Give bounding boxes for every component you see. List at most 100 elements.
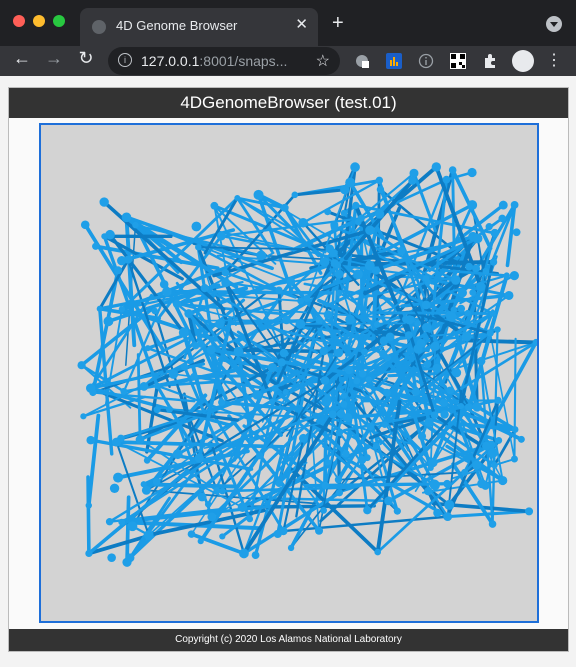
genome-bead xyxy=(335,429,344,437)
genome-bead xyxy=(422,275,430,282)
genome-bead xyxy=(86,435,96,445)
genome-bead xyxy=(109,483,120,493)
genome-bead xyxy=(298,433,308,443)
genome-bead xyxy=(373,321,381,328)
genome-bead xyxy=(143,530,154,540)
extensions-puzzle-icon[interactable] xyxy=(482,53,498,69)
copyright-footer: Copyright (c) 2020 Los Alamos National L… xyxy=(9,629,568,651)
genome-bead xyxy=(416,338,426,348)
genome-bead xyxy=(328,410,337,419)
genome-bead xyxy=(275,286,283,294)
genome-bead xyxy=(525,507,534,516)
genome-bead xyxy=(340,400,348,408)
genome-bead xyxy=(440,410,449,419)
genome-bead xyxy=(334,269,344,279)
genome-bead xyxy=(168,369,179,379)
qr-code-icon[interactable] xyxy=(450,53,466,69)
genome-bead xyxy=(86,383,96,393)
genome-bead xyxy=(320,376,330,385)
profile-avatar[interactable] xyxy=(512,50,534,72)
genome-bead xyxy=(439,398,449,407)
close-window-button[interactable] xyxy=(13,15,25,27)
genome-bead xyxy=(495,437,503,444)
app-title: 4DGenomeBrowser (test.01) xyxy=(9,88,568,118)
genome-bead xyxy=(280,203,289,212)
address-bar[interactable]: i 127.0.0.1:8001/snaps... ☆ xyxy=(108,47,340,75)
genome-bead xyxy=(461,468,469,476)
new-tab-button[interactable]: + xyxy=(332,12,344,35)
genome-bead xyxy=(191,221,202,232)
genome-bead xyxy=(118,306,126,313)
genome-bead xyxy=(206,345,216,355)
genome-bead xyxy=(424,487,433,496)
genome-bead xyxy=(365,225,375,236)
genome-bead xyxy=(489,258,498,266)
genome-bead xyxy=(409,168,419,178)
genome-bead xyxy=(517,435,525,443)
bookmark-star-icon[interactable]: ☆ xyxy=(316,51,330,71)
genome-bead xyxy=(330,222,339,231)
genome-bead xyxy=(253,189,264,200)
3d-genome-viewer[interactable] xyxy=(39,123,539,623)
genome-bead xyxy=(153,382,161,390)
genome-bead xyxy=(458,288,468,298)
genome-bead xyxy=(457,403,465,410)
genome-bead xyxy=(92,242,100,250)
reload-icon[interactable]: ↻ xyxy=(74,48,98,69)
genome-bead xyxy=(432,363,442,373)
genome-bead xyxy=(343,412,353,423)
chromatin-segment xyxy=(86,413,101,508)
genome-bead xyxy=(80,413,87,420)
tab-search-chevron-icon[interactable] xyxy=(546,16,562,32)
genome-bead xyxy=(279,526,288,536)
genome-bead xyxy=(375,209,385,219)
genome-bead xyxy=(143,457,151,464)
genome-bead xyxy=(335,489,344,497)
browser-menu-icon[interactable]: ⋮ xyxy=(546,50,562,70)
tab-title: 4D Genome Browser xyxy=(116,18,238,33)
genome-bead xyxy=(430,341,440,352)
genome-bead xyxy=(364,260,375,271)
genome-bead xyxy=(277,358,286,367)
minimize-window-button[interactable] xyxy=(33,15,45,27)
genome-bead xyxy=(320,507,327,514)
genome-bead xyxy=(197,492,207,502)
browser-tab[interactable]: 4D Genome Browser ✕ xyxy=(80,8,318,46)
genome-bead xyxy=(510,455,518,463)
genome-bead xyxy=(457,304,466,313)
genome-bead xyxy=(85,502,92,509)
genome-bead xyxy=(363,506,372,515)
genome-structure-render[interactable] xyxy=(41,125,537,621)
genome-bead xyxy=(297,297,305,305)
genome-bead xyxy=(423,360,432,369)
genome-bead xyxy=(509,271,519,281)
genome-bead xyxy=(184,309,194,318)
genome-bead xyxy=(379,349,388,358)
genome-bead xyxy=(210,201,219,210)
genome-bead xyxy=(103,316,114,327)
genome-bead xyxy=(107,553,116,562)
genome-bead xyxy=(397,246,406,256)
url-text[interactable]: 127.0.0.1:8001/snaps... xyxy=(141,53,287,69)
genome-bead xyxy=(465,403,473,411)
close-tab-icon[interactable]: ✕ xyxy=(295,15,308,33)
genome-bead xyxy=(324,394,331,401)
forward-arrow-icon[interactable]: → xyxy=(42,48,66,69)
genome-bead xyxy=(503,272,510,279)
genome-bead xyxy=(319,346,328,356)
genome-bead xyxy=(421,322,432,333)
genome-bead xyxy=(178,327,189,338)
genome-bead xyxy=(287,544,295,552)
genome-bead xyxy=(350,162,360,172)
info-icon[interactable]: i xyxy=(118,53,132,67)
genome-bead xyxy=(472,402,482,412)
genome-bead xyxy=(286,277,296,286)
zoom-window-button[interactable] xyxy=(53,15,65,27)
back-arrow-icon[interactable]: ← xyxy=(10,48,34,69)
genome-bead xyxy=(469,289,477,297)
extension-info-icon[interactable] xyxy=(418,53,434,69)
extension-chart-icon[interactable] xyxy=(386,53,402,69)
extension-icon-1[interactable] xyxy=(354,53,370,69)
genome-bead xyxy=(197,538,204,545)
genome-bead xyxy=(324,208,332,216)
